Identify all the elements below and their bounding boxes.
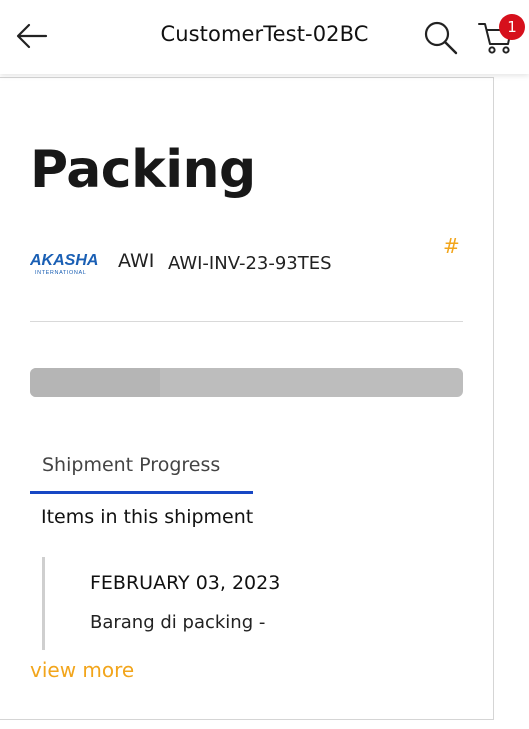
- carrier-code: AWI: [118, 250, 155, 272]
- invoice-number: AWI-INV-23-93TES: [168, 253, 332, 274]
- divider: [30, 321, 463, 322]
- search-button[interactable]: [421, 18, 459, 56]
- top-app-bar: CustomerTest-02BC 1: [0, 0, 529, 74]
- timeline-event-date: FEBRUARY 03, 2023: [90, 572, 281, 594]
- shipment-panel: Packing AKASHA INTERNATIONAL AWI AWI-INV…: [0, 77, 494, 720]
- view-more-link[interactable]: view more: [30, 658, 134, 682]
- search-icon: [424, 21, 458, 55]
- tab-active-indicator: [30, 491, 253, 494]
- svg-text:AKASHA: AKASHA: [30, 252, 98, 269]
- hash-link[interactable]: #: [443, 234, 460, 258]
- page-heading: Packing: [30, 140, 256, 200]
- shipment-timeline: FEBRUARY 03, 2023 Barang di packing -: [42, 557, 442, 650]
- tab-label: Shipment Progress: [42, 454, 221, 476]
- akasha-logo: AKASHA INTERNATIONAL: [30, 252, 98, 276]
- cart-count-badge: 1: [499, 14, 525, 40]
- svg-text:INTERNATIONAL: INTERNATIONAL: [35, 270, 86, 276]
- progress-bar-fill: [30, 368, 160, 397]
- section-title: Items in this shipment: [41, 506, 254, 528]
- progress-bar: [30, 368, 463, 397]
- tab-shipment-progress[interactable]: Shipment Progress: [30, 452, 253, 494]
- timeline-event-description: Barang di packing -: [90, 612, 266, 633]
